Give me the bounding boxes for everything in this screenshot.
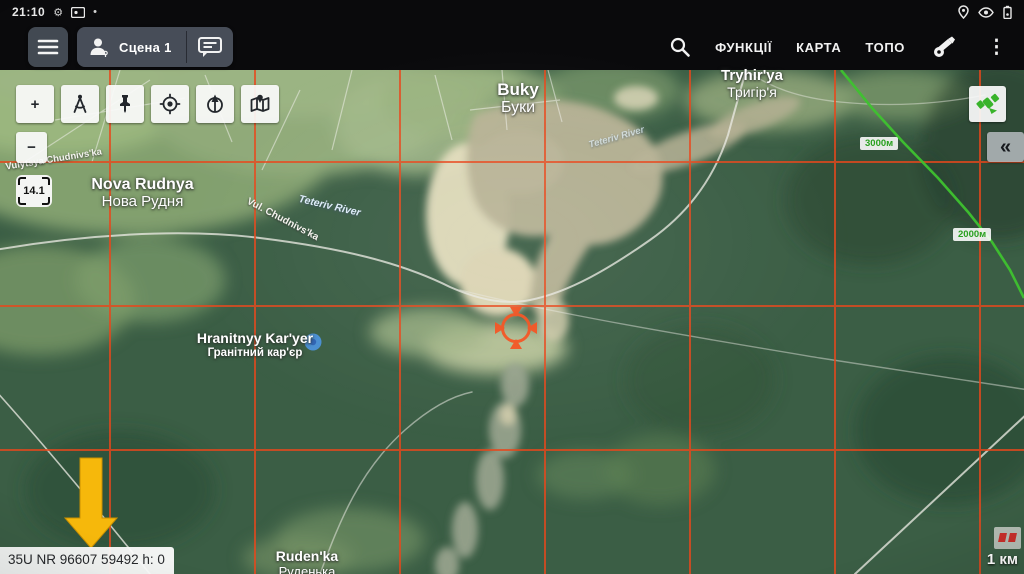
pushpin-icon	[120, 95, 130, 113]
overflow-menu-button[interactable]: ⋮	[983, 36, 1010, 59]
app-toolbar: Сцена 1 ФУНКЦІЇ КАРТА ТОПО ⋮	[0, 24, 1024, 70]
satellite-layer-button[interactable]	[969, 86, 1006, 122]
map-select-button[interactable]	[241, 85, 279, 123]
person-scene-icon	[90, 38, 108, 57]
red-unit-glyph	[998, 533, 1007, 542]
mgrs-coordinate-readout: 35U NR 96607 59492 h: 0	[0, 547, 174, 574]
chat-button[interactable]	[187, 27, 233, 67]
map-scale-label: 1 км	[986, 551, 1018, 568]
scene-control-group: Сцена 1	[77, 27, 233, 67]
scene-button-label: Сцена 1	[119, 39, 172, 55]
target-center-button[interactable]	[151, 85, 189, 123]
map-toolbar-left: +	[16, 85, 279, 123]
measure-tool-button[interactable]	[61, 85, 99, 123]
compass-orientation-button[interactable]	[196, 85, 234, 123]
map-with-pin-icon	[250, 94, 270, 112]
app-screen: Buky Буки Tryhir'ya Тригір'я Nova Rudnya…	[0, 0, 1024, 574]
menu-item-topo[interactable]: ТОПО	[865, 40, 905, 55]
pin-tool-button[interactable]	[106, 85, 144, 123]
red-unit-symbol[interactable]	[994, 527, 1021, 549]
plus-icon: +	[30, 95, 40, 113]
satellite-imagery	[0, 70, 1024, 574]
poi-marker[interactable]	[304, 333, 322, 351]
menu-item-map[interactable]: КАРТА	[796, 40, 841, 55]
app-menu-right: ФУНКЦІЇ КАРТА ТОПО ⋮	[669, 27, 1010, 67]
gear-status-icon: ⚙	[53, 6, 64, 19]
battery-status-icon	[1003, 5, 1012, 19]
double-chevron-left-icon: «	[999, 135, 1012, 158]
search-icon[interactable]	[669, 36, 691, 58]
notification-dot-icon: •	[93, 6, 97, 18]
artillery-icon[interactable]	[929, 35, 959, 59]
minus-icon: −	[27, 139, 36, 156]
location-status-icon	[958, 5, 969, 19]
zoom-out-button[interactable]: −	[16, 132, 47, 163]
screenshot-status-icon	[71, 6, 86, 18]
chat-bubble-icon	[197, 37, 222, 57]
satellite-icon	[975, 93, 999, 114]
map-canvas[interactable]: Buky Буки Tryhir'ya Тригір'я Nova Rudnya…	[0, 67, 1024, 574]
hamburger-menu-button[interactable]	[28, 27, 68, 67]
scene-button[interactable]: Сцена 1	[77, 27, 186, 67]
zoom-in-button[interactable]: +	[16, 85, 54, 123]
target-icon	[159, 93, 181, 115]
collapse-panel-button[interactable]: «	[987, 132, 1024, 162]
hamburger-icon	[37, 39, 59, 55]
compass-arrow-icon	[207, 94, 223, 113]
zoom-level-value: 14.1	[23, 185, 45, 197]
eye-status-icon	[978, 6, 994, 18]
zoom-level-indicator: 14.1	[16, 175, 52, 207]
android-status-bar: 21:10 ⚙ •	[0, 0, 1024, 24]
menu-item-functions[interactable]: ФУНКЦІЇ	[715, 40, 772, 55]
clock: 21:10	[12, 5, 46, 19]
drafting-compass-icon	[73, 94, 87, 113]
